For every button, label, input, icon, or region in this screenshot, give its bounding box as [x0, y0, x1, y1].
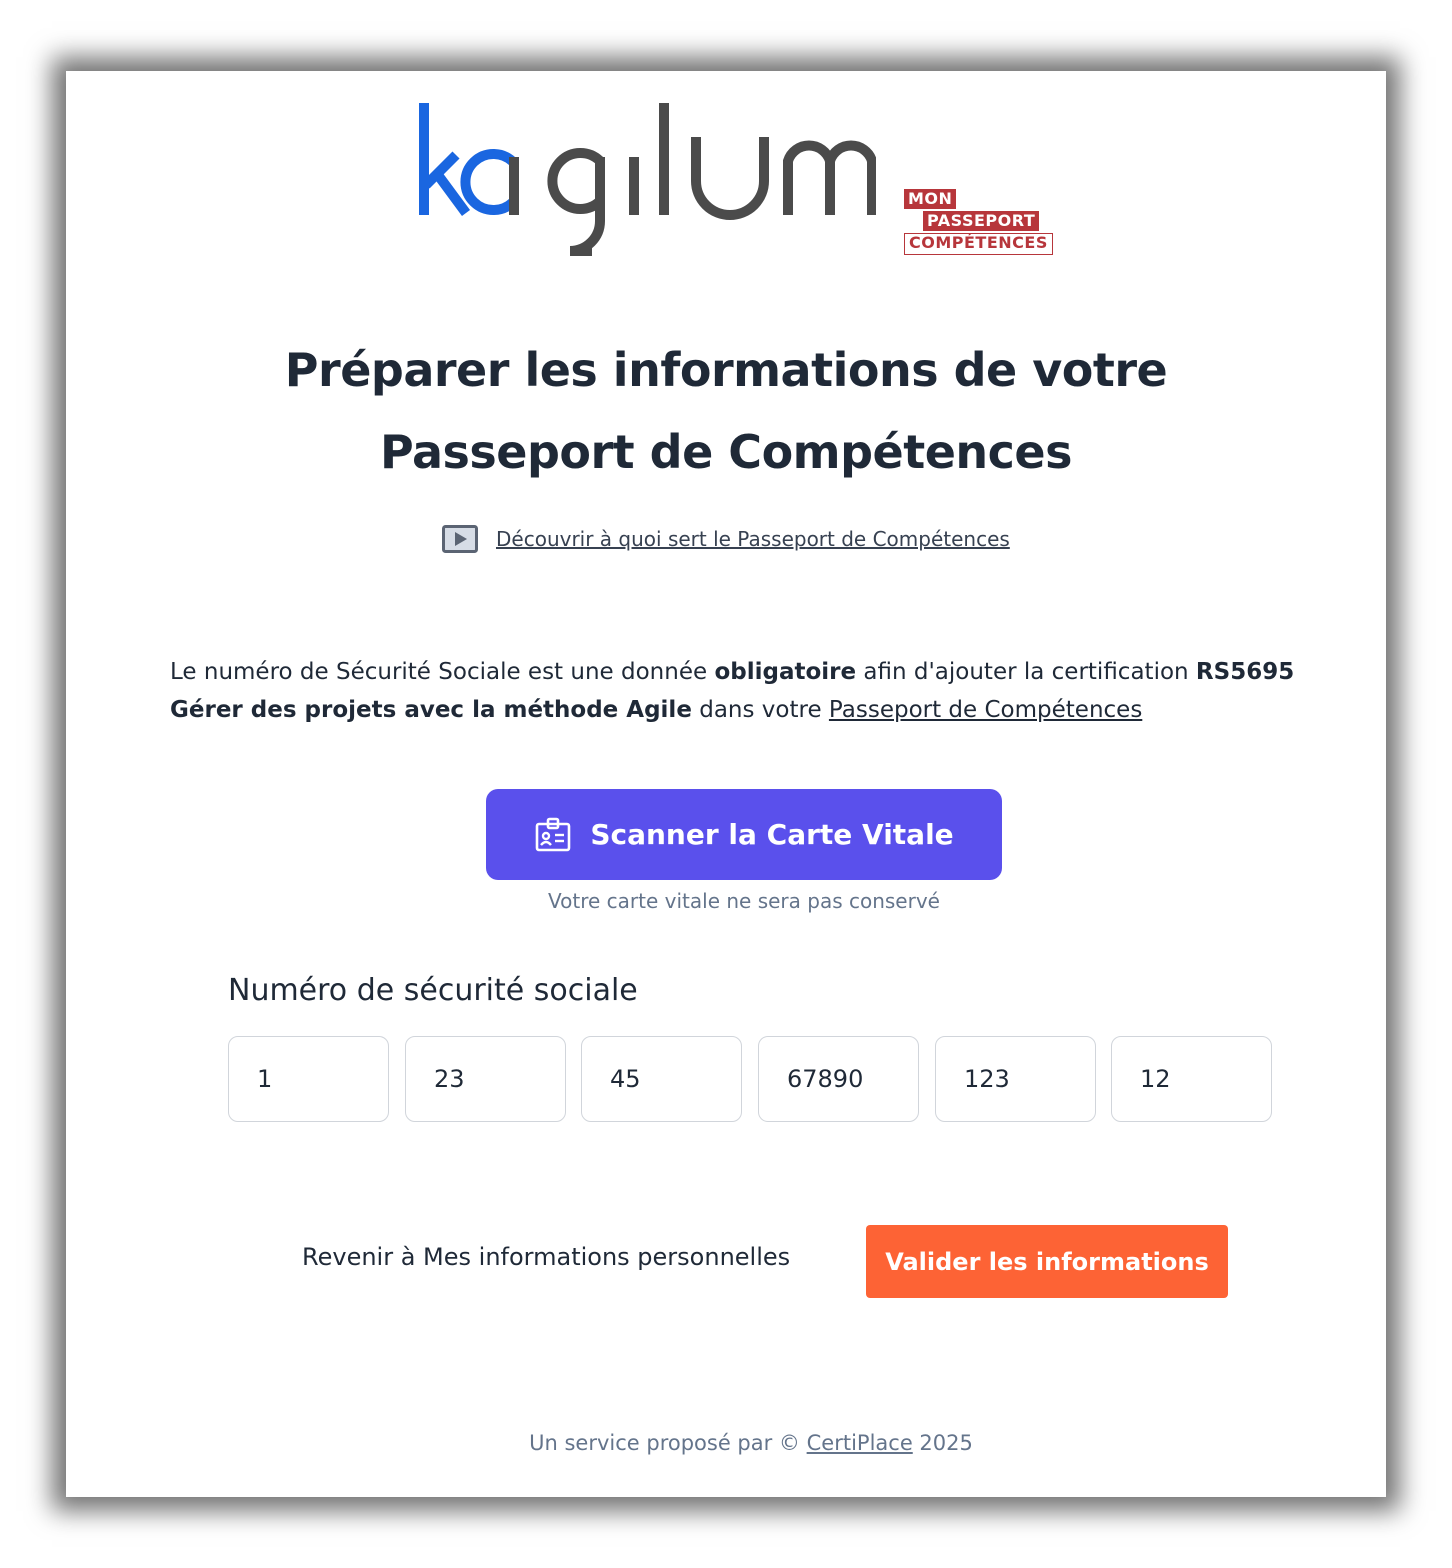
nss-field-2[interactable]: [405, 1036, 566, 1122]
page-title-line-2: Passeport de Compétences: [379, 425, 1073, 479]
nss-field-6[interactable]: [1111, 1036, 1272, 1122]
intro-bold-mandatory: obligatoire: [714, 659, 857, 685]
validate-button[interactable]: Valider les informations: [866, 1225, 1228, 1298]
intro-text-3: dans votre: [691, 697, 829, 723]
id-card-icon: [536, 817, 571, 851]
nss-field-4[interactable]: [758, 1036, 919, 1122]
scan-carte-vitale-button[interactable]: Scanner la Carte Vitale: [486, 789, 1002, 880]
nss-fields: [228, 1036, 1276, 1124]
main-panel: MON PASSEPORT COMPÉTENCES Préparer les i…: [66, 71, 1386, 1497]
nss-label: Numéro de sécurité sociale: [228, 973, 638, 1008]
discover-passport-label: Découvrir à quoi sert le Passeport de Co…: [496, 527, 1010, 551]
play-video-icon: [442, 525, 478, 553]
page-title-line-1: Préparer les informations de votre: [284, 343, 1168, 397]
discover-passport-link[interactable]: Découvrir à quoi sert le Passeport de Co…: [442, 523, 1010, 555]
back-to-personal-info-link[interactable]: Revenir à Mes informations personnelles: [302, 1243, 790, 1271]
scan-carte-vitale-label: Scanner la Carte Vitale: [590, 818, 954, 851]
footer-suffix: 2025: [912, 1431, 973, 1455]
footer: Un service proposé par © CertiPlace 2025: [266, 1431, 1236, 1455]
nss-field-3[interactable]: [581, 1036, 742, 1122]
footer-prefix: Un service proposé par ©: [529, 1431, 807, 1455]
badge-line-passeport: PASSEPORT: [923, 211, 1040, 231]
page-title: Préparer les informations de votre Passe…: [176, 329, 1276, 493]
scan-privacy-note: Votre carte vitale ne sera pas conservé: [548, 889, 940, 913]
nss-field-1[interactable]: [228, 1036, 389, 1122]
intro-paragraph: Le numéro de Sécurité Sociale est une do…: [170, 653, 1300, 729]
badge-line-competences: COMPÉTENCES: [904, 233, 1053, 255]
intro-text-2: afin d'ajouter la certification: [856, 659, 1196, 685]
nss-field-5[interactable]: [935, 1036, 1096, 1122]
kagilum-logo: [419, 103, 876, 256]
intro-text-1: Le numéro de Sécurité Sociale est une do…: [170, 659, 715, 685]
badge-line-mon: MON: [904, 189, 957, 209]
mon-passeport-competences-badge: MON PASSEPORT COMPÉTENCES: [904, 189, 1064, 259]
passport-link[interactable]: Passeport de Compétences: [829, 697, 1142, 723]
certiplace-link[interactable]: CertiPlace: [807, 1431, 913, 1455]
logo-row: MON PASSEPORT COMPÉTENCES: [66, 101, 1386, 261]
